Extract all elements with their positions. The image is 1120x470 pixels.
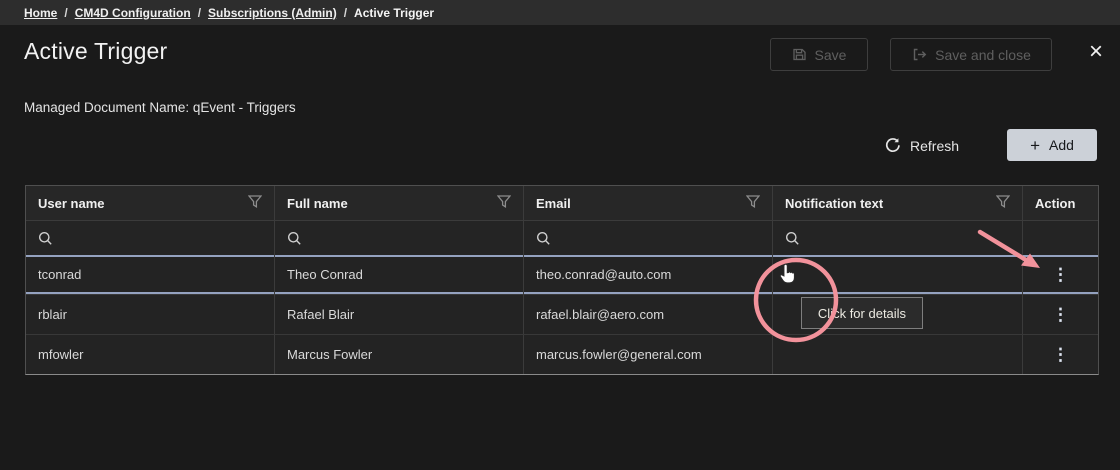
save-and-close-button[interactable]: Save and close	[890, 38, 1052, 71]
table-row[interactable]: rblair Rafael Blair rafael.blair@aero.co…	[26, 295, 1098, 335]
filter-icon[interactable]	[248, 195, 262, 211]
filter-icon[interactable]	[746, 195, 760, 211]
filter-icon[interactable]	[497, 195, 511, 211]
cell-full-name[interactable]: Marcus Fowler	[275, 335, 524, 374]
search-icon	[536, 231, 551, 246]
cell-email[interactable]: theo.conrad@auto.com	[524, 255, 773, 294]
column-header-full-name[interactable]: Full name	[275, 186, 524, 220]
save-button[interactable]: Save	[770, 38, 868, 71]
add-button[interactable]: + Add	[1007, 129, 1097, 161]
cell-notification-text[interactable]	[773, 295, 1023, 334]
search-icon	[287, 231, 302, 246]
cell-user-name[interactable]: mfowler	[26, 335, 275, 374]
search-icon	[38, 231, 53, 246]
search-cell-full-name	[275, 221, 524, 255]
column-header-label: Action	[1035, 196, 1075, 211]
column-header-notification-text[interactable]: Notification text	[773, 186, 1023, 220]
kebab-menu-icon[interactable]: ⋮	[1046, 304, 1075, 325]
search-icon	[785, 231, 800, 246]
kebab-menu-icon[interactable]: ⋮	[1046, 264, 1075, 285]
filter-icon[interactable]	[996, 195, 1010, 211]
cell-action: ⋮	[1023, 335, 1098, 374]
add-button-label: Add	[1049, 137, 1074, 153]
column-header-label: User name	[38, 196, 104, 211]
cell-user-name[interactable]: rblair	[26, 295, 275, 334]
breadcrumb-separator: /	[64, 6, 67, 20]
table-filter-row	[26, 221, 1098, 255]
table-row[interactable]: mfowler Marcus Fowler marcus.fowler@gene…	[26, 335, 1098, 374]
column-header-label: Notification text	[785, 196, 883, 211]
cell-email[interactable]: rafael.blair@aero.com	[524, 295, 773, 334]
breadcrumb-home[interactable]: Home	[24, 6, 57, 20]
breadcrumb-active-trigger: Active Trigger	[354, 6, 434, 20]
plus-icon: +	[1030, 137, 1040, 154]
column-header-email[interactable]: Email	[524, 186, 773, 220]
close-icon[interactable]: ×	[1084, 40, 1108, 64]
search-input-notification-text[interactable]	[809, 231, 1010, 246]
search-cell-email	[524, 221, 773, 255]
breadcrumb-separator: /	[344, 6, 347, 20]
search-input-email[interactable]	[560, 231, 760, 246]
breadcrumb-subscriptions-admin[interactable]: Subscriptions (Admin)	[208, 6, 337, 20]
cell-user-name[interactable]: tconrad	[26, 255, 275, 294]
save-and-close-button-label: Save and close	[935, 47, 1031, 63]
page-title: Active Trigger	[24, 38, 167, 65]
cell-notification-text[interactable]	[773, 335, 1023, 374]
search-input-full-name[interactable]	[311, 231, 511, 246]
floppy-disk-icon	[792, 47, 807, 62]
breadcrumb: Home / CM4D Configuration / Subscription…	[0, 0, 1120, 25]
breadcrumb-cm4d-configuration[interactable]: CM4D Configuration	[75, 6, 191, 20]
column-header-user-name[interactable]: User name	[26, 186, 275, 220]
cell-action: ⋮	[1023, 295, 1098, 334]
search-cell-user-name	[26, 221, 275, 255]
cell-email[interactable]: marcus.fowler@general.com	[524, 335, 773, 374]
exit-arrow-icon	[911, 47, 927, 62]
search-cell-notification-text	[773, 221, 1023, 255]
table-header-row: User name Full name Email Notification t…	[26, 186, 1098, 221]
search-cell-action	[1023, 221, 1098, 255]
table-row[interactable]: tconrad Theo Conrad theo.conrad@auto.com…	[26, 255, 1098, 295]
column-header-action: Action	[1023, 186, 1098, 220]
column-header-label: Full name	[287, 196, 348, 211]
kebab-menu-icon[interactable]: ⋮	[1046, 344, 1075, 365]
refresh-button-label: Refresh	[910, 138, 959, 154]
refresh-icon	[884, 137, 901, 154]
column-header-label: Email	[536, 196, 571, 211]
managed-document-name: Managed Document Name: qEvent - Triggers	[24, 100, 296, 115]
triggers-table: User name Full name Email Notification t…	[25, 185, 1099, 375]
breadcrumb-separator: /	[198, 6, 201, 20]
refresh-button[interactable]: Refresh	[878, 130, 965, 161]
search-input-user-name[interactable]	[62, 231, 262, 246]
cell-action: ⋮	[1023, 255, 1098, 294]
cell-full-name[interactable]: Rafael Blair	[275, 295, 524, 334]
cell-full-name[interactable]: Theo Conrad	[275, 255, 524, 294]
cell-notification-text[interactable]	[773, 255, 1023, 294]
save-button-label: Save	[815, 47, 847, 63]
